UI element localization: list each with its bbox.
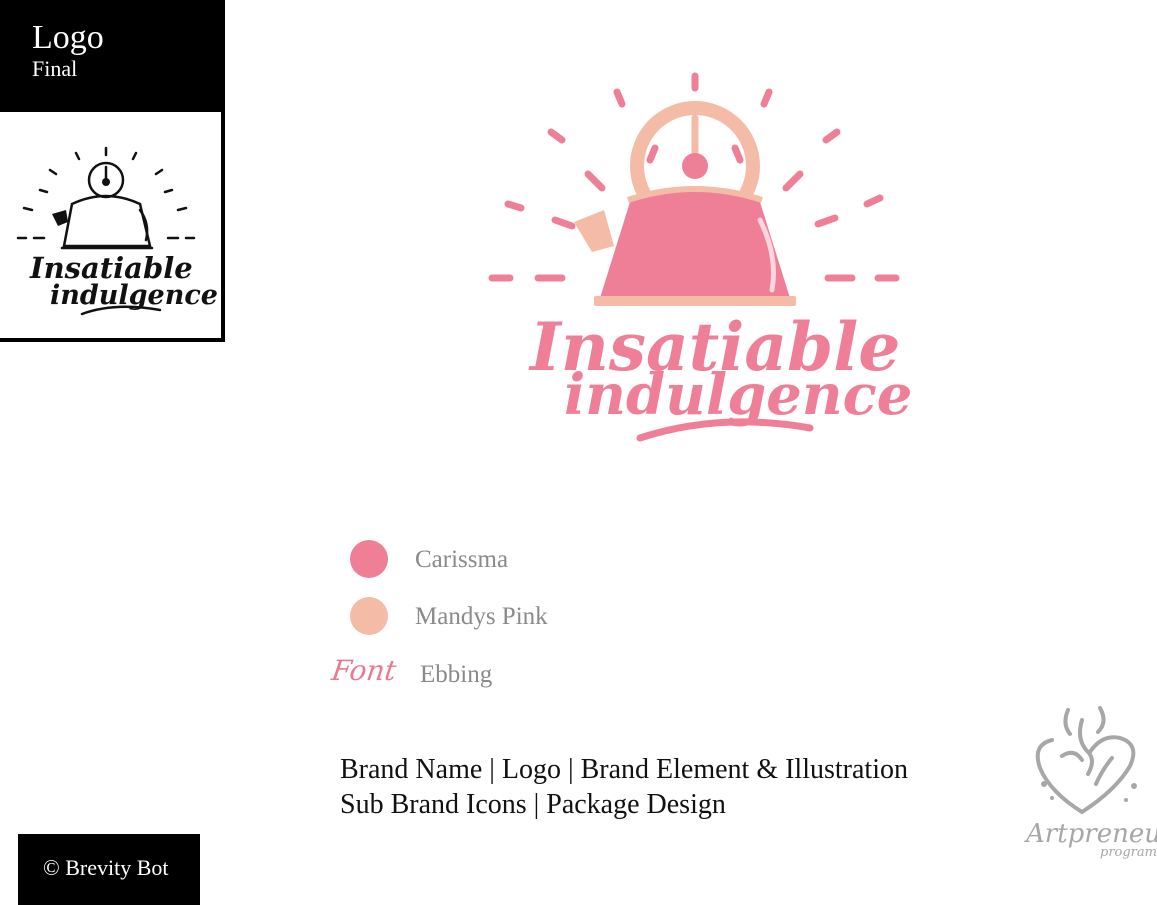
logo-wordmark-line2: indulgence [564,362,910,428]
monochrome-logo-thumbnail: Insatiable indulgence [0,112,225,342]
carissma-swatch [350,540,388,578]
font-tag: Font [329,654,399,687]
page-subtitle: Final [32,56,78,81]
mandys-pink-label: Mandys Pink [415,603,548,630]
copyright-badge: © Brevity Bot [18,834,200,905]
kettle-logo-mono-icon: Insatiable indulgence [16,146,218,316]
svg-text:program: program [1100,845,1157,860]
page-title: Logo [32,19,104,56]
kettle-logo-color-icon: Insatiable indulgence [488,72,910,442]
mandys-pink-swatch [350,597,388,635]
services-line-2: Sub Brand Icons | Package Design [340,789,726,820]
title-block: Logo Final [0,0,225,112]
carissma-label: Carissma [415,546,509,573]
font-name: Ebbing [420,661,493,688]
services-list: Brand Name | Logo | Brand Element & Illu… [340,752,908,822]
copyright-text: © Brevity Bot [43,855,169,880]
artpreneur-watermark-icon: Artpreneur program [1024,706,1157,860]
services-line-1: Brand Name | Logo | Brand Element & Illu… [340,754,908,785]
